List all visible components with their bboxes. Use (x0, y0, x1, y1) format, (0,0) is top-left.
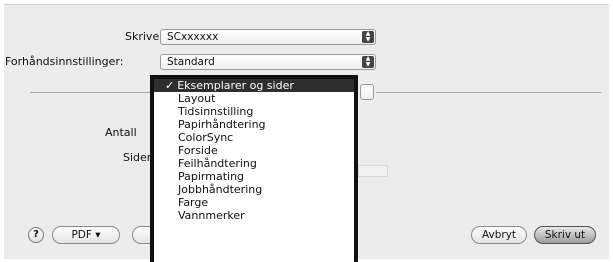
popup-arrows-icon: ▲ ▼ (362, 31, 374, 43)
separator-right (376, 92, 601, 93)
menu-item[interactable]: Vannmerker (154, 209, 354, 222)
separator-left (30, 92, 152, 93)
presets-value: Standard (167, 56, 215, 68)
cancel-button[interactable]: Avbryt (471, 226, 527, 244)
panel-popup-edge[interactable] (360, 84, 374, 100)
presets-popup[interactable]: Standard ▲ ▼ (160, 54, 376, 70)
printer-value: SCxxxxxx (167, 31, 219, 43)
presets-label: Forhåndsinnstillinger: (5, 55, 124, 68)
menu-item[interactable]: Papirhåndtering (154, 118, 354, 131)
pages-to-field[interactable] (358, 165, 388, 177)
pdf-button[interactable]: PDF ▾ (52, 226, 120, 244)
menu-item-label: Eksemplarer og sider (177, 79, 294, 92)
menu-item[interactable]: Jobbhåndtering (154, 183, 354, 196)
checkmark-icon: ✓ (165, 79, 175, 92)
print-button[interactable]: Skriv ut (534, 226, 596, 244)
menu-item[interactable]: Forside (154, 144, 354, 157)
panel-dropdown-menu: ✓ Eksemplarer og sider Layout Tidsinnstil… (150, 75, 358, 262)
menu-item[interactable]: ColorSync (154, 131, 354, 144)
copies-label: Antall (105, 126, 137, 139)
menu-item[interactable]: Feilhåndtering (154, 157, 354, 170)
menu-item[interactable]: Farge (154, 196, 354, 209)
menu-item[interactable]: Tidsinnstilling (154, 105, 354, 118)
popup-arrows-icon: ▲ ▼ (362, 56, 374, 68)
pages-label: Sider (123, 151, 152, 164)
menu-item[interactable]: Papirmating (154, 170, 354, 183)
menu-item-selected[interactable]: ✓ Eksemplarer og sider (154, 79, 354, 92)
printer-popup[interactable]: SCxxxxxx ▲ ▼ (160, 29, 376, 45)
menu-item[interactable]: Layout (154, 92, 354, 105)
help-button[interactable]: ? (28, 227, 44, 243)
